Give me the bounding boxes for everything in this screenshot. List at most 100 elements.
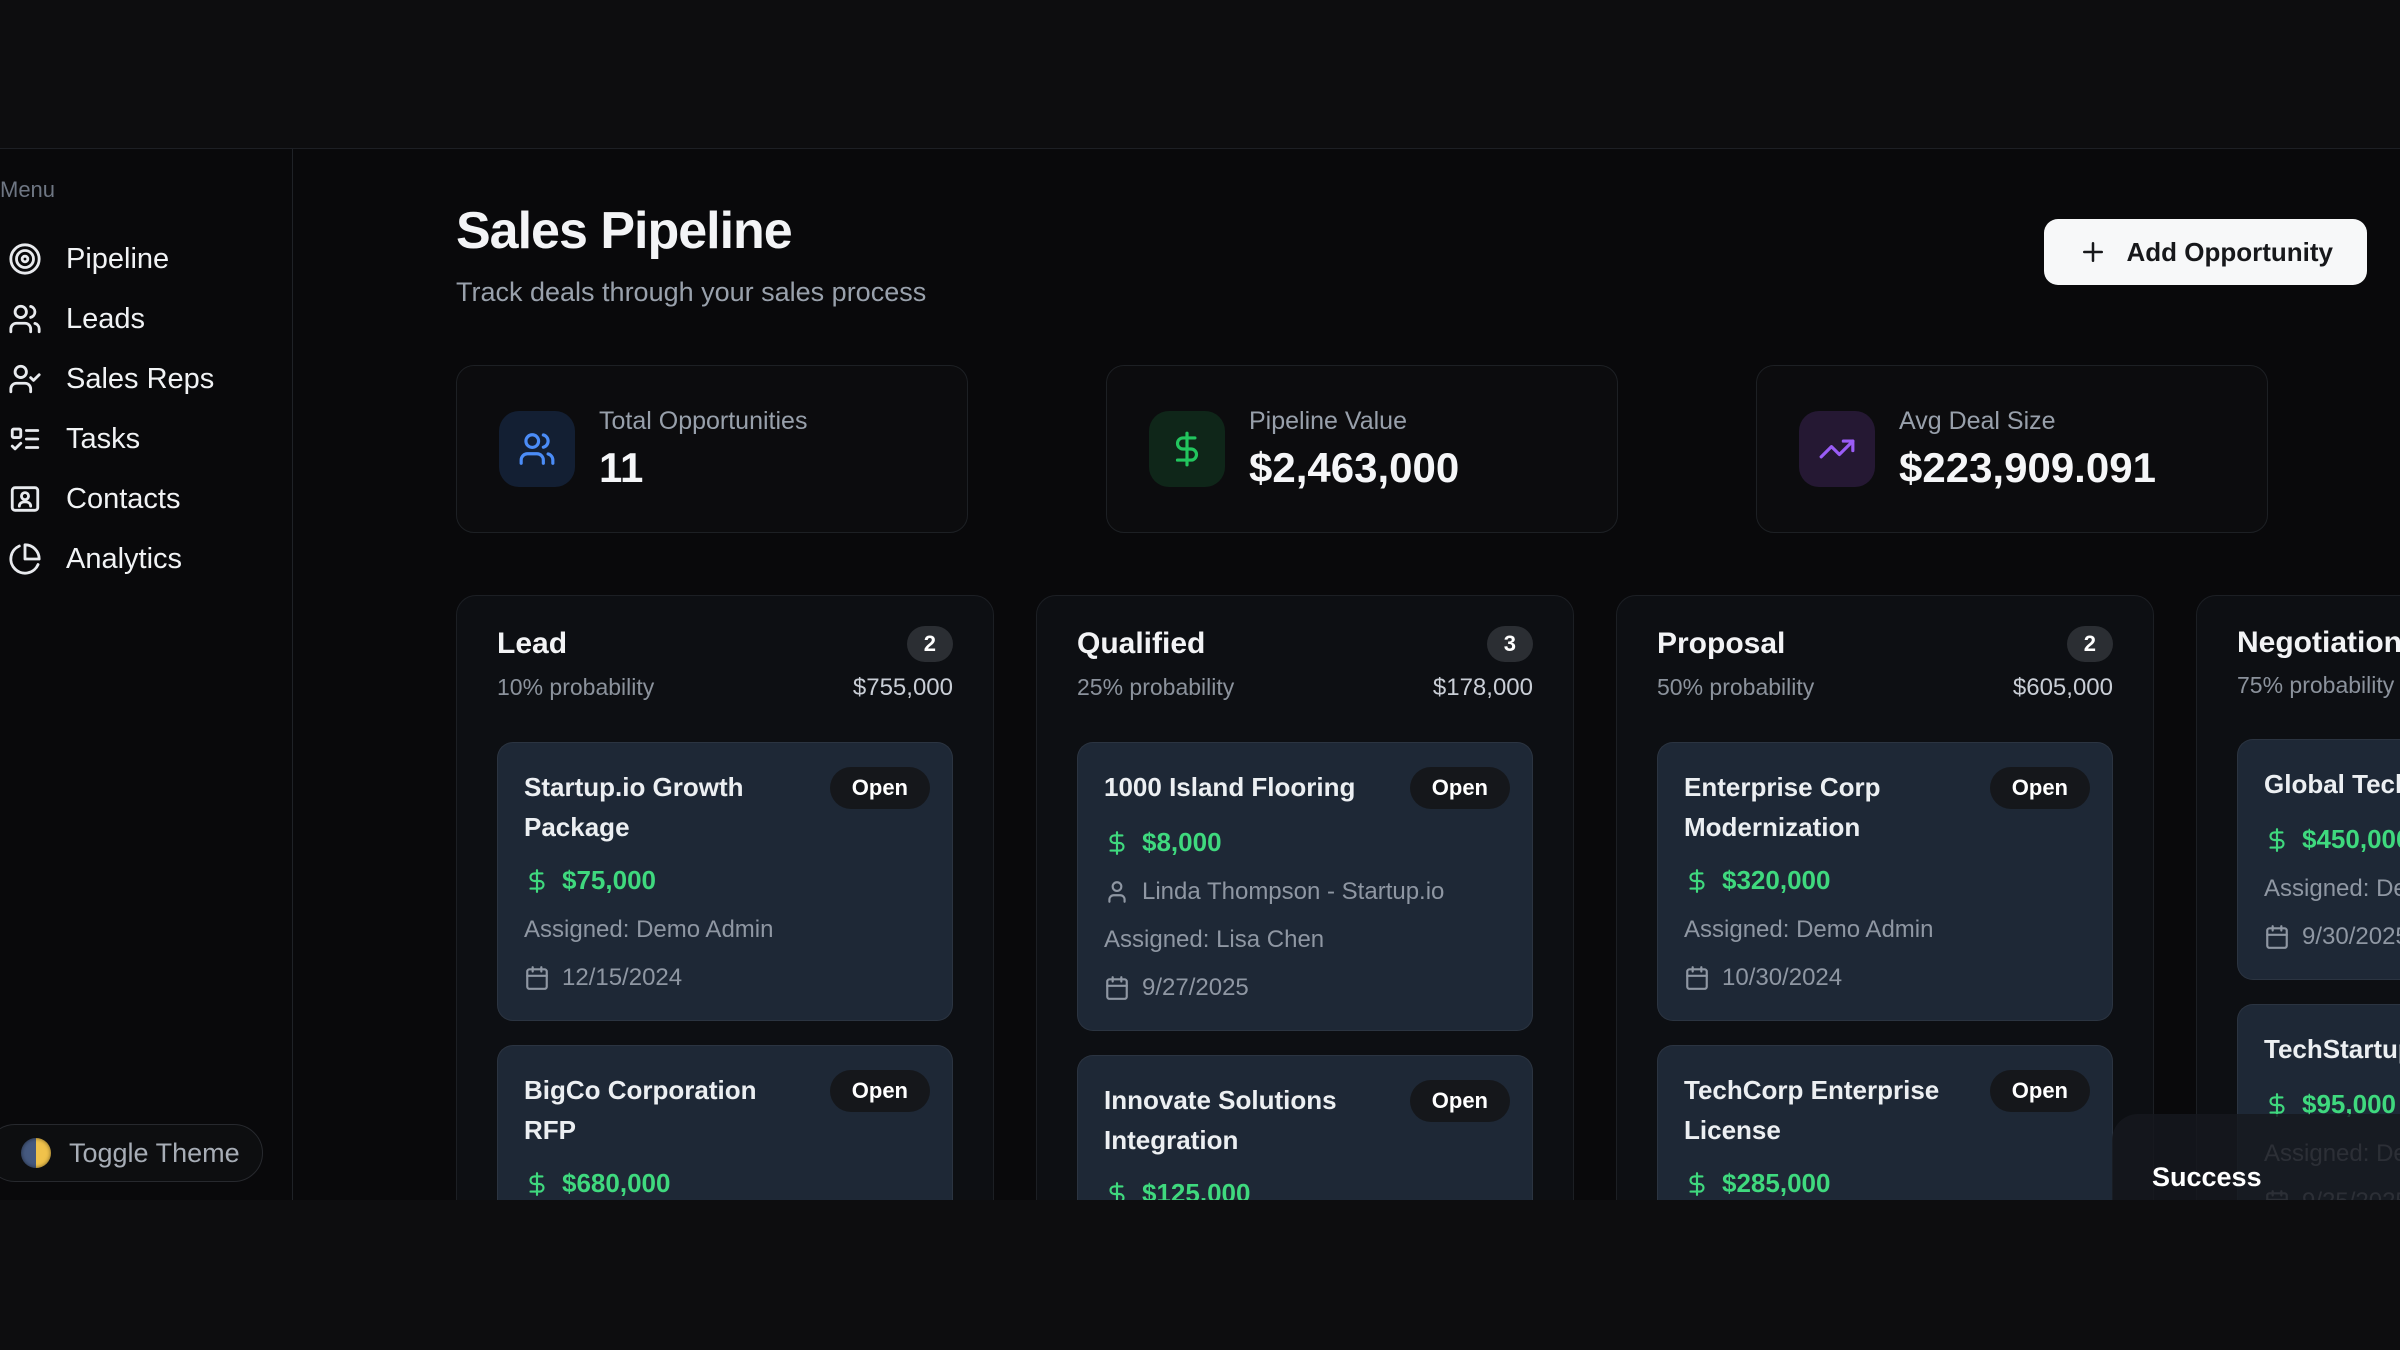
sidebar-item-tasks[interactable]: Tasks [0, 409, 292, 469]
stat-label: Avg Deal Size [1899, 407, 2156, 436]
opportunity-title: Enterprise Corp Modernization [1684, 767, 1970, 847]
dollar-sign-icon [1104, 1181, 1130, 1201]
amount-row: $285,000 [1684, 1168, 2090, 1199]
card-header: Global Tech Open [2264, 764, 2400, 806]
opportunity-card[interactable]: Startup.io Growth Package Open $75,000 A… [497, 742, 953, 1021]
sidebar-item-sales-reps[interactable]: Sales Reps [0, 349, 292, 409]
amount-row: $450,000 [2264, 824, 2400, 855]
stat-text: Avg Deal Size $223,909.091 [1899, 407, 2156, 492]
column-cards: Startup.io Growth Package Open $75,000 A… [497, 742, 953, 1200]
column-header: Proposal 2 [1657, 626, 2113, 662]
status-badge: Open [830, 767, 930, 809]
date-row: 10/30/2024 [1684, 964, 2090, 992]
column-count-badge: 2 [907, 626, 953, 662]
page-title: Sales Pipeline [456, 201, 926, 261]
status-badge: Open [1990, 1070, 2090, 1112]
user-check-icon [8, 362, 42, 396]
success-toast: Success [2112, 1114, 2400, 1200]
calendar-icon [1684, 965, 1710, 991]
opportunity-amount: $450,000 [2302, 824, 2400, 855]
amount-row: $125,000 [1104, 1178, 1510, 1200]
close-date: 10/30/2024 [1722, 964, 1842, 992]
card-header: Innovate Solutions Integration Open [1104, 1080, 1510, 1160]
opportunity-amount: $285,000 [1722, 1168, 1830, 1199]
status-badge: Open [1410, 1080, 1510, 1122]
sidebar-item-leads[interactable]: Leads [0, 289, 292, 349]
opportunity-title: TechCorp Enterprise License [1684, 1070, 1970, 1150]
sidebar-item-label: Leads [66, 303, 145, 336]
stat-value: $2,463,000 [1249, 444, 1459, 492]
date-row: 9/27/2025 [1104, 974, 1510, 1002]
toggle-theme-button[interactable]: Toggle Theme [0, 1124, 263, 1182]
dollar-sign-icon [1149, 411, 1225, 487]
column-name: Proposal [1657, 627, 1785, 661]
date-row: 12/15/2024 [524, 964, 930, 992]
opportunity-card[interactable]: Innovate Solutions Integration Open $125… [1077, 1055, 1533, 1200]
amount-row: $680,000 [524, 1168, 930, 1199]
status-badge: Open [1410, 767, 1510, 809]
add-opportunity-button[interactable]: Add Opportunity [2044, 219, 2367, 285]
contact-name: Linda Thompson - Startup.io [1142, 878, 1444, 906]
assigned-row: Assigned: Demo Admin [1684, 916, 2090, 944]
stat-value: 11 [599, 444, 807, 492]
opportunity-title: Global Tech [2264, 764, 2400, 806]
column-probability: 10% probability [497, 674, 654, 702]
sidebar-item-analytics[interactable]: Analytics [0, 529, 292, 589]
dollar-sign-icon [1684, 868, 1710, 894]
column-probability: 50% probability [1657, 674, 1814, 702]
opportunity-card[interactable]: Global Tech Open $450,000 Assigned: Demo… [2237, 739, 2400, 980]
opportunity-amount: $125,000 [1142, 1178, 1250, 1200]
opportunity-card[interactable]: Enterprise Corp Modernization Open $320,… [1657, 742, 2113, 1021]
trending-up-icon [1799, 411, 1875, 487]
opportunity-title: Innovate Solutions Integration [1104, 1080, 1390, 1160]
kanban-board: Lead 2 10% probability $755,000 Startup.… [456, 595, 2400, 1200]
column-name: Lead [497, 627, 567, 661]
dollar-sign-icon [1104, 830, 1130, 856]
contact-card-icon [8, 482, 42, 516]
sidebar-item-contacts[interactable]: Contacts [0, 469, 292, 529]
column-name: Qualified [1077, 627, 1205, 661]
users-icon [499, 411, 575, 487]
opportunity-card[interactable]: TechCorp Enterprise License Open $285,00… [1657, 1045, 2113, 1200]
half-moon-icon [21, 1138, 51, 1168]
opportunity-title: Startup.io Growth Package [524, 767, 810, 847]
column-subheader: 10% probability $755,000 [497, 674, 953, 702]
stat-text: Total Opportunities 11 [599, 407, 807, 492]
app-window: Menu Pipeline Leads Sales Reps Tasks [0, 148, 2400, 1200]
column-subheader: 25% probability $178,000 [1077, 674, 1533, 702]
opportunity-title: 1000 Island Flooring [1104, 767, 1355, 809]
stat-card-total-opportunities: Total Opportunities 11 [456, 365, 968, 533]
amount-row: $8,000 [1104, 827, 1510, 858]
column-count-badge: 2 [2067, 626, 2113, 662]
users-icon [8, 302, 42, 336]
sidebar-menu-label: Menu [0, 177, 292, 203]
kanban-column-lead: Lead 2 10% probability $755,000 Startup.… [456, 595, 994, 1200]
opportunity-amount: $75,000 [562, 865, 656, 896]
column-header: Lead 2 [497, 626, 953, 662]
sidebar-item-pipeline[interactable]: Pipeline [0, 229, 292, 289]
contact-row: Linda Thompson - Startup.io [1104, 878, 1510, 906]
column-total: $605,000 [2013, 674, 2113, 702]
amount-row: $75,000 [524, 865, 930, 896]
close-date: 9/27/2025 [1142, 974, 1249, 1002]
sidebar-item-label: Sales Reps [66, 363, 214, 396]
stat-label: Total Opportunities [599, 407, 807, 436]
status-badge: Open [830, 1070, 930, 1112]
card-header: TechCorp Enterprise License Open [1684, 1070, 2090, 1150]
assigned-row: Assigned: Demo Admin [2264, 875, 2400, 903]
close-date: 9/30/2025 [2302, 923, 2400, 951]
toast-title: Success [2152, 1162, 2400, 1193]
page-heading-group: Sales Pipeline Track deals through your … [456, 201, 926, 308]
column-total: $755,000 [853, 674, 953, 702]
page-header: Sales Pipeline Track deals through your … [456, 201, 2400, 308]
close-date: 12/15/2024 [562, 964, 682, 992]
sidebar: Menu Pipeline Leads Sales Reps Tasks [0, 149, 293, 1200]
opportunity-card[interactable]: BigCo Corporation RFP Open $680,000 Assi… [497, 1045, 953, 1200]
opportunity-card[interactable]: 1000 Island Flooring Open $8,000 Linda T… [1077, 742, 1533, 1031]
column-name: Negotiation [2237, 626, 2400, 660]
column-cards: 1000 Island Flooring Open $8,000 Linda T… [1077, 742, 1533, 1200]
column-count-badge: 3 [1487, 626, 1533, 662]
dollar-sign-icon [524, 1171, 550, 1197]
column-cards: Enterprise Corp Modernization Open $320,… [1657, 742, 2113, 1200]
amount-row: $320,000 [1684, 865, 2090, 896]
